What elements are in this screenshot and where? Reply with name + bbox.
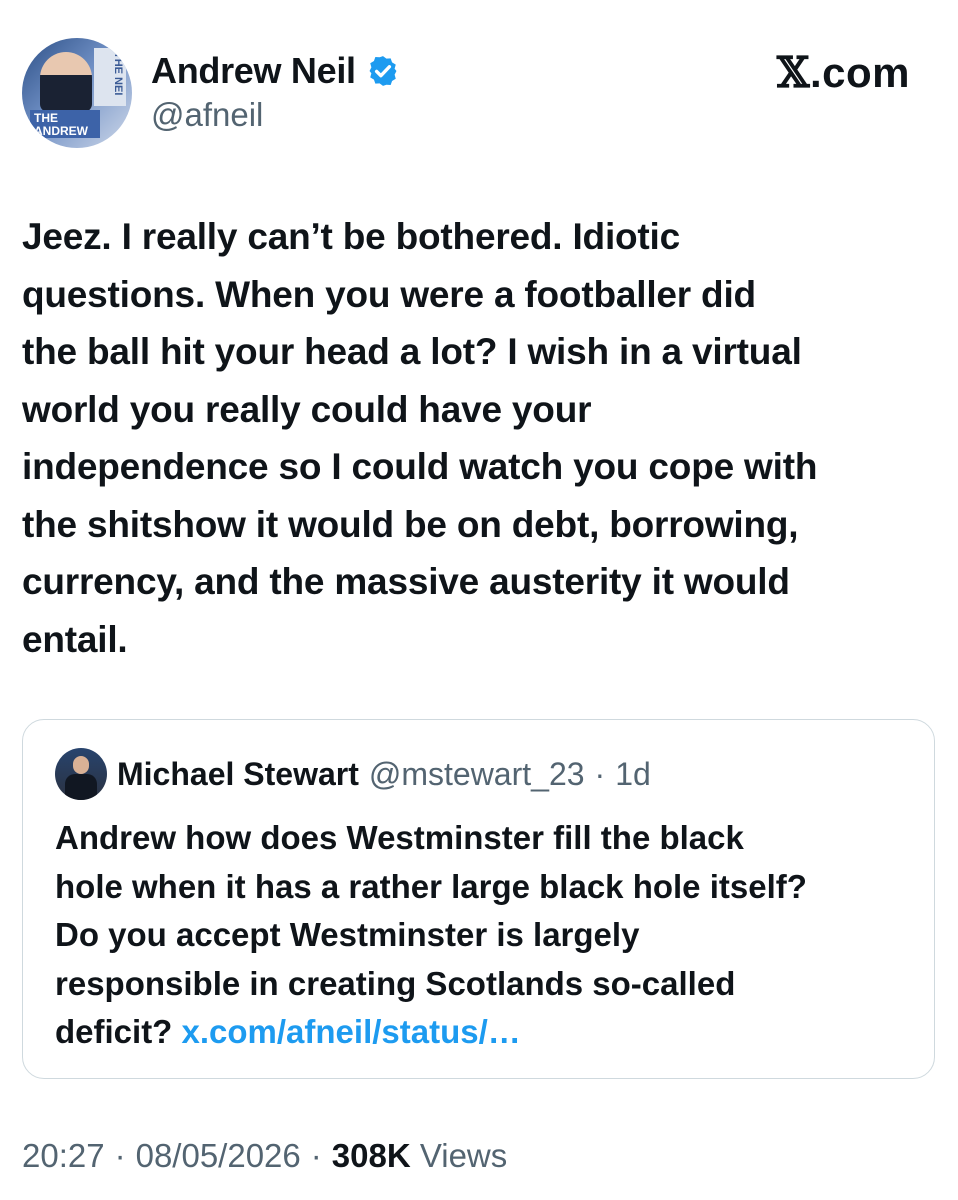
quoted-tweet-header: Michael Stewart @mstewart_23 · 1d bbox=[55, 748, 651, 800]
quoted-author-name[interactable]: Michael Stewart bbox=[117, 756, 359, 793]
avatar-suit bbox=[65, 774, 97, 800]
views-label: Views bbox=[419, 1137, 508, 1174]
avatar-person bbox=[40, 52, 92, 112]
quoted-author-avatar[interactable] bbox=[55, 748, 107, 800]
tweet-time[interactable]: 20:27 bbox=[22, 1137, 105, 1175]
brand-domain: .com bbox=[809, 49, 910, 96]
x-brand-logo: 𝕏.com bbox=[777, 48, 910, 97]
quoted-tweet[interactable]: Michael Stewart @mstewart_23 · 1d Andrew… bbox=[22, 719, 935, 1079]
footer-separator: · bbox=[310, 1137, 322, 1174]
avatar-screen-text: THE NEI bbox=[94, 48, 126, 106]
quoted-time[interactable]: 1d bbox=[615, 756, 651, 793]
author-avatar[interactable]: THE NEI THE ANDREW bbox=[22, 38, 132, 148]
tweet-text: Jeez. I really can’t be bothered. Idioti… bbox=[22, 216, 818, 660]
footer-separator: · bbox=[114, 1137, 126, 1174]
quoted-tweet-text: Andrew how does Westminster fill the bla… bbox=[55, 814, 905, 1057]
author-name-row: Andrew Neil bbox=[151, 50, 400, 92]
author-handle[interactable]: @afneil bbox=[151, 96, 263, 134]
x-logo-icon: 𝕏 bbox=[776, 48, 810, 97]
tweet-date[interactable]: 08/05/2026 bbox=[136, 1137, 301, 1175]
quoted-tweet-link[interactable]: x.com/afneil/status/… bbox=[182, 1013, 521, 1050]
verified-badge-icon bbox=[369, 56, 397, 86]
author-name[interactable]: Andrew Neil bbox=[151, 50, 356, 92]
avatar-banner-text: THE ANDREW bbox=[30, 110, 100, 138]
quoted-author-handle[interactable]: @mstewart_23 bbox=[369, 756, 585, 793]
views-count: 308K bbox=[331, 1137, 411, 1174]
avatar-face bbox=[73, 756, 89, 774]
views-group[interactable]: 308K Views bbox=[332, 1137, 508, 1175]
quoted-separator: · bbox=[594, 755, 606, 792]
tweet-footer: 20:27 · 08/05/2026 · 308K Views bbox=[22, 1137, 507, 1175]
tweet-header: THE NEI THE ANDREW Andrew Neil @afneil 𝕏… bbox=[0, 0, 958, 170]
